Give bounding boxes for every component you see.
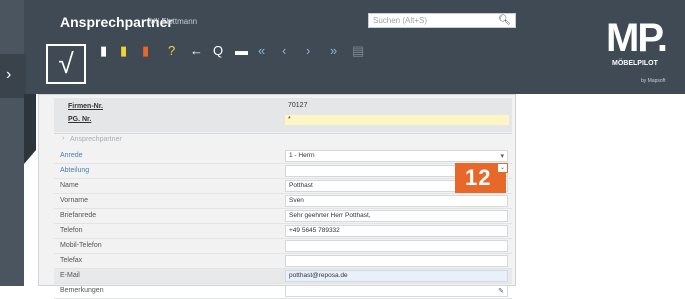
field-label: E-Mail	[60, 272, 80, 279]
form-row: Briefanrede Sehr geehrter Herr Potthast,	[54, 209, 512, 224]
form-row: E-Mail potthast@reposa.de	[54, 269, 512, 284]
section-title-text: Ansprechpartner	[70, 136, 122, 143]
form-row: Abteilung	[54, 164, 512, 179]
field-input[interactable]: +49 5645 789332	[285, 225, 508, 237]
field-input[interactable]: potthast@reposa.de	[285, 270, 508, 282]
search-icon[interactable]: 🔍︎	[498, 15, 511, 26]
firm-number-value: 70127	[288, 102, 308, 109]
field-value: +49 5645 789332	[289, 227, 340, 234]
back-icon[interactable]: ←	[190, 44, 203, 58]
firm-number-label: Firmen-Nr.	[68, 103, 104, 110]
form-row: Vorname Sven	[54, 194, 512, 209]
section-header[interactable]: › Ansprechpartner	[54, 133, 512, 144]
field-value: Sehr geehrter Herr Potthast,	[289, 212, 371, 219]
field-input[interactable]	[285, 240, 508, 252]
form-row: Name Potthast	[54, 179, 512, 194]
form-row: Anrede 1 - Herrn ▾	[54, 149, 512, 164]
new-record-icon[interactable]: ▮	[100, 44, 107, 58]
next-record-icon[interactable]: ›	[306, 44, 310, 58]
search-placeholder: Suchen (Alt+S)	[373, 16, 428, 25]
field-value: 1 - Herrn	[289, 152, 315, 159]
section-title: › Ansprechpartner	[62, 135, 122, 143]
chevron-down-icon[interactable]: ▾	[500, 152, 504, 162]
field-label: Telefon	[60, 227, 83, 234]
edit-note-icon[interactable]: ✎	[498, 287, 504, 297]
field-input[interactable]: Sehr geehrter Herr Potthast,	[285, 210, 508, 222]
logo-sub: by Mapsoft	[641, 78, 666, 84]
previous-record-icon[interactable]: ‹	[282, 44, 286, 58]
form-row: Bemerkungen ✎	[54, 284, 512, 299]
field-label: Vorname	[60, 197, 89, 204]
field-label: Mobil-Telefon	[60, 242, 102, 249]
logo-name: MÖBELPILOT	[612, 60, 658, 67]
field-input[interactable]	[285, 255, 508, 267]
field-label: Telefax	[60, 257, 83, 264]
list-icon[interactable]: ▤	[352, 44, 364, 58]
field-label[interactable]: Anrede	[60, 152, 83, 159]
print-icon[interactable]: ▬	[235, 44, 248, 58]
step-number: 12	[465, 165, 492, 190]
field-value: potthast@reposa.de	[289, 272, 348, 279]
logo: MP.	[606, 16, 668, 60]
form-row: Telefax	[54, 254, 512, 269]
save-button[interactable]: √	[46, 44, 86, 84]
user-name: Uli Flottmann	[150, 17, 198, 26]
field-label: Name	[60, 182, 79, 189]
field-label: Briefanrede	[60, 212, 97, 219]
form-row: Mobil-Telefon	[54, 239, 512, 254]
copy-record-icon[interactable]: ▮	[120, 44, 127, 58]
rail-decoration	[24, 94, 36, 164]
delete-icon[interactable]: ▮	[142, 44, 149, 58]
p-number-label: PG. Nr.	[68, 116, 92, 123]
search-input[interactable]: Suchen (Alt+S) 🔍︎	[368, 13, 516, 28]
help-icon[interactable]: ?	[168, 44, 175, 58]
first-record-icon[interactable]: «	[258, 44, 265, 58]
left-rail	[0, 0, 24, 286]
last-record-icon[interactable]: »	[330, 44, 337, 58]
chevron-right-icon: ›	[6, 66, 12, 83]
field-label: Bemerkungen	[60, 287, 104, 294]
p-number-field[interactable]	[285, 115, 509, 125]
field-input[interactable]: ✎	[285, 285, 508, 297]
form-row: Telefon +49 5645 789332	[54, 224, 512, 239]
field-input[interactable]: Sven	[285, 195, 508, 207]
p-number-value: *	[288, 116, 291, 123]
field-label[interactable]: Abteilung	[60, 167, 89, 174]
abteilung-dropdown-button[interactable]: ⌄	[497, 163, 508, 173]
field-value: Potthast	[289, 182, 313, 189]
sidebar-toggle[interactable]: ›	[0, 54, 26, 98]
search-icon[interactable]: Q	[213, 44, 223, 58]
field-input[interactable]: 1 - Herrn ▾	[285, 150, 508, 162]
field-value: Sven	[289, 197, 304, 204]
